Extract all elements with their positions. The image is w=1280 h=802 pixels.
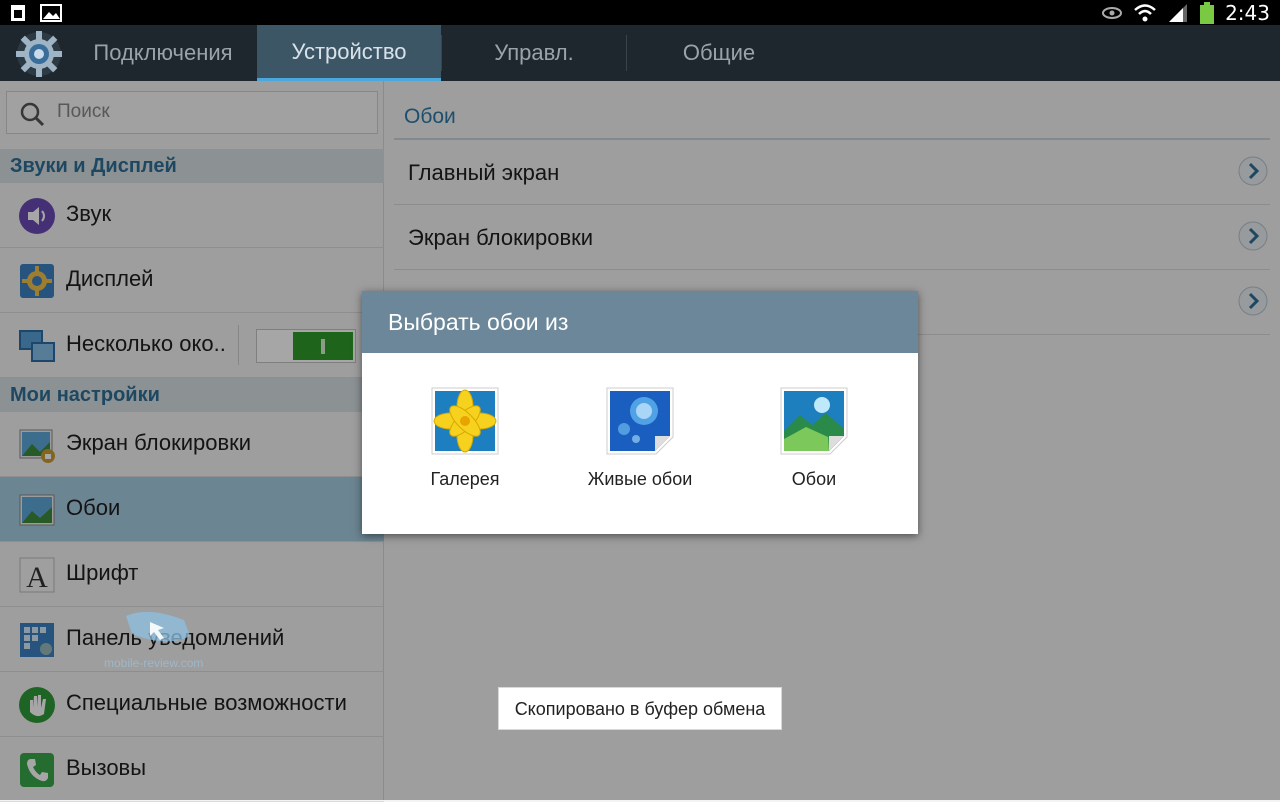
dialog-title: Выбрать обои из	[388, 309, 569, 335]
gallery-flower-icon	[431, 387, 499, 455]
wallpaper-landscape-icon	[780, 387, 848, 455]
option-label: Галерея	[430, 469, 500, 489]
option-label: Живые обои	[587, 469, 693, 489]
wifi-icon	[1134, 3, 1156, 21]
option-live-wallpaper[interactable]: Живые обои	[555, 387, 725, 497]
battery-icon	[1200, 1, 1215, 24]
choose-wallpaper-dialog: Выбрать обои из Галерея Живые обои Обои	[362, 291, 918, 534]
tab-connections[interactable]: Подключения	[70, 25, 256, 81]
image-icon	[40, 4, 62, 22]
copied-toast: Скопировано в буфер обмена	[498, 687, 782, 730]
sim-card-icon	[11, 5, 25, 21]
settings-gear-icon[interactable]	[14, 29, 64, 79]
option-label: Обои	[791, 469, 837, 489]
dialog-header: Выбрать обои из	[362, 291, 918, 353]
eye-icon	[1102, 6, 1123, 19]
tab-general[interactable]: Общие	[627, 25, 811, 81]
tab-device[interactable]: Устройство	[257, 25, 441, 81]
live-wallpaper-icon	[606, 387, 674, 455]
tab-controls[interactable]: Управл.	[442, 25, 626, 81]
watermark-text: mobile-review.com	[104, 656, 204, 670]
status-bar: 2:43	[0, 0, 1280, 25]
signal-icon	[1169, 3, 1188, 22]
settings-tab-bar: Подключения Устройство Управл. Общие	[0, 25, 1280, 81]
option-gallery[interactable]: Галерея	[380, 387, 550, 497]
option-wallpapers[interactable]: Обои	[729, 387, 899, 497]
clock: 2:43	[1225, 0, 1270, 25]
